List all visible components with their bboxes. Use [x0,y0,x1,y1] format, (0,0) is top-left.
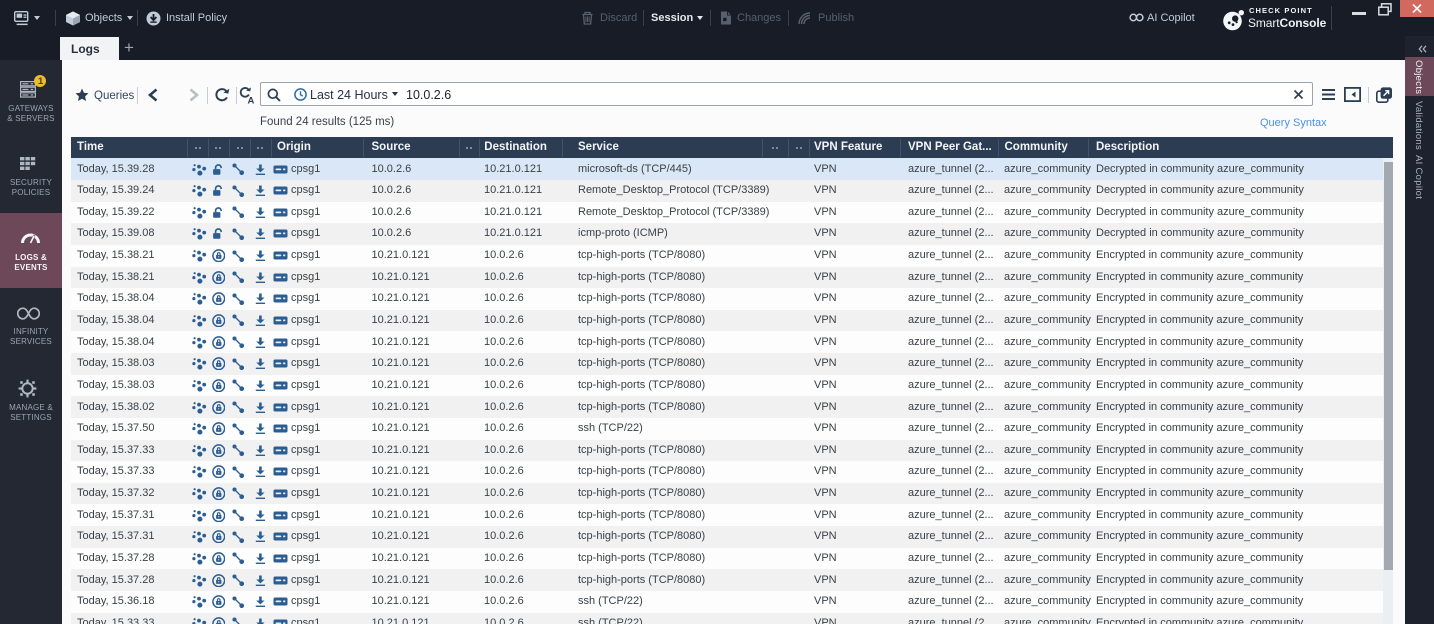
svg-text:A: A [248,96,255,106]
